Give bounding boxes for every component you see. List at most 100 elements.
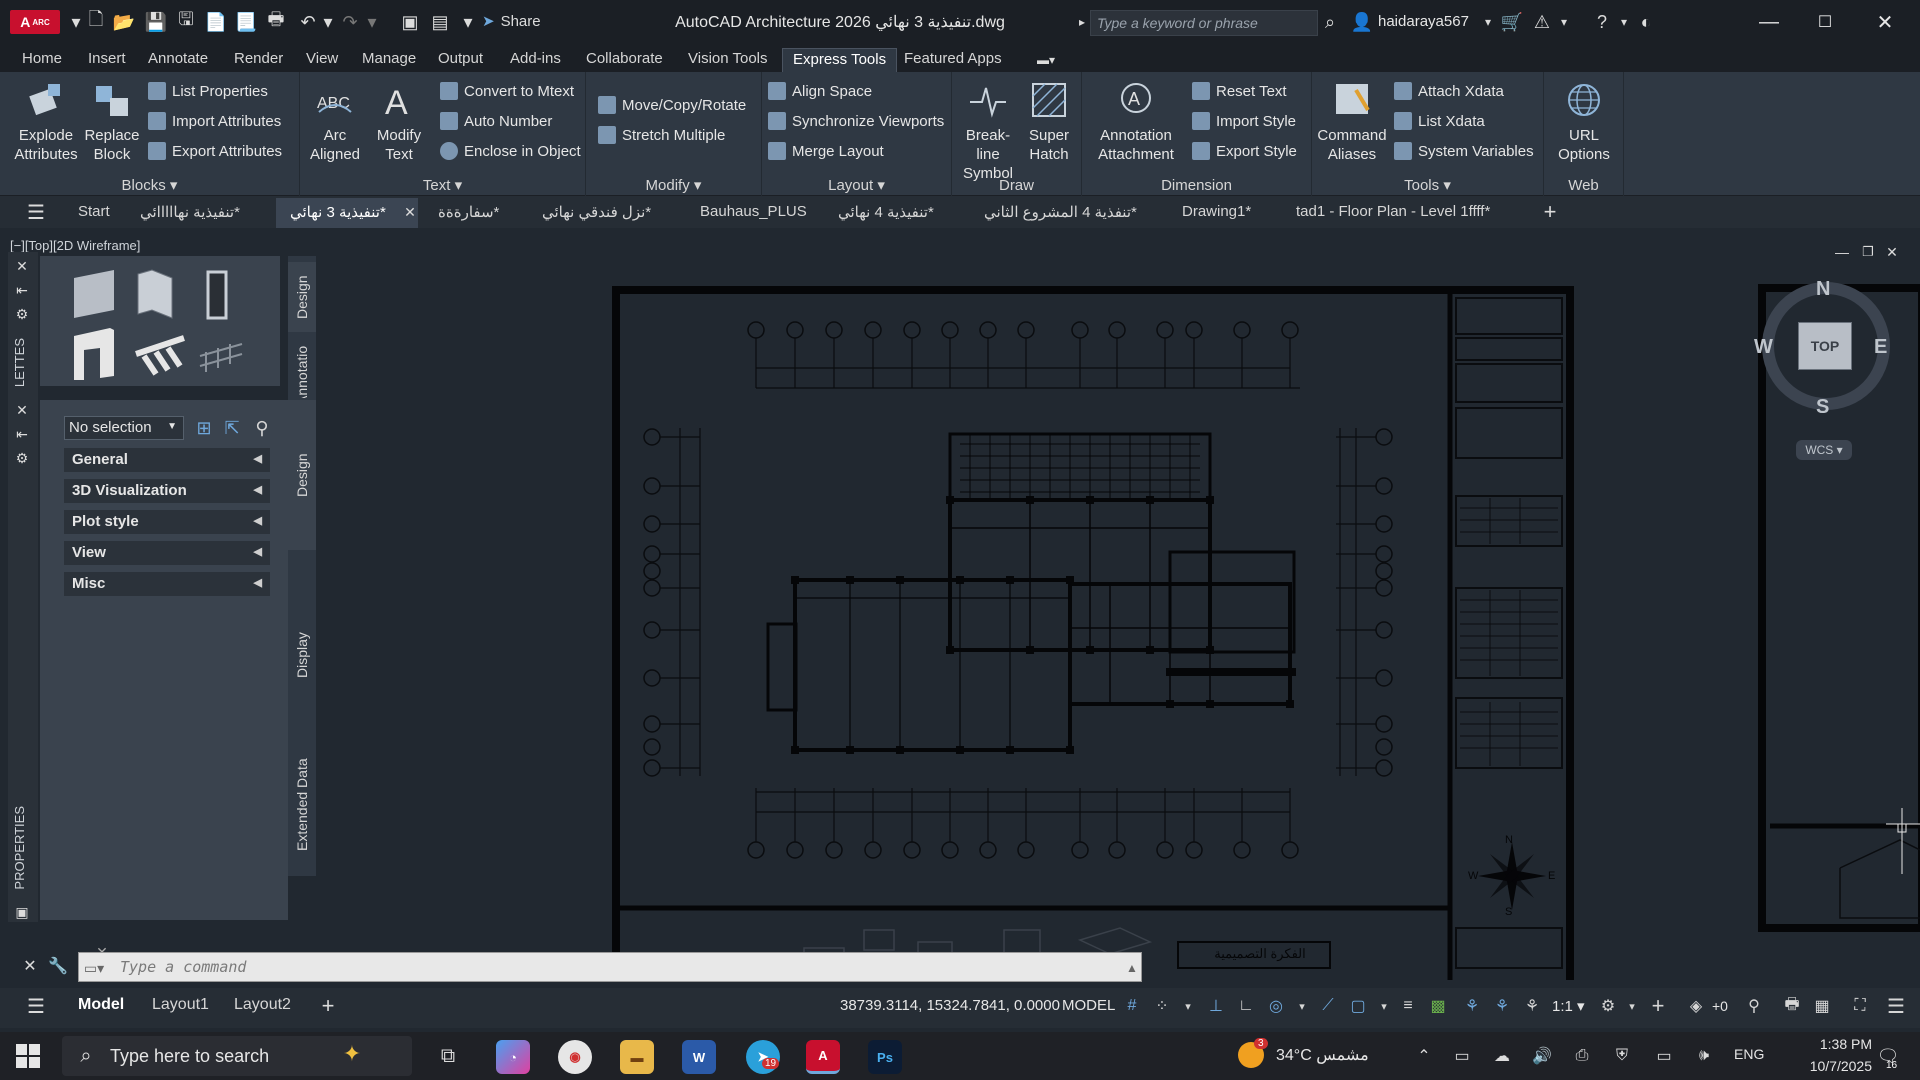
super-hatch-button[interactable]: Super Hatch — [1020, 78, 1078, 164]
layout-tab-model[interactable]: Model — [78, 996, 124, 1014]
clock-time[interactable]: 1:38 PM — [1812, 1036, 1872, 1052]
plot-icon[interactable]: 🖶 — [264, 9, 288, 34]
list-properties-button[interactable]: List Properties — [148, 80, 268, 102]
windows-start-icon[interactable] — [16, 1044, 40, 1068]
user-name[interactable]: haidaraya567 — [1378, 13, 1469, 30]
tab-home[interactable]: Home — [12, 48, 72, 72]
panel-title-layout[interactable]: Layout ▾ — [762, 176, 951, 194]
selection-dropdown[interactable]: No selection ▼ — [64, 416, 184, 440]
cmdline-customize-icon[interactable]: 🔧 — [46, 954, 70, 978]
properties-close-icon[interactable]: ✕ — [10, 398, 34, 422]
show-hidden-icons-icon[interactable]: ⌃ — [1412, 1044, 1436, 1068]
cmdline-close-icon[interactable]: ✕ — [18, 954, 42, 978]
plot-preview-icon[interactable]: 🖶 — [1780, 994, 1804, 1018]
annotation-scale-value[interactable]: 1:1 ▾ — [1552, 997, 1585, 1015]
autodesk-app-icon[interactable]: ⚠ — [1530, 10, 1554, 34]
palette-autohide-icon[interactable]: ⇤ — [10, 278, 34, 302]
add-layout-icon[interactable]: + — [316, 993, 340, 1018]
tab-annotate[interactable]: Annotate — [138, 48, 218, 72]
modify-text-button[interactable]: A Modify Text — [366, 78, 432, 164]
layout-tab-layout2[interactable]: Layout2 — [234, 996, 291, 1014]
share-button[interactable]: ➤ Share — [482, 12, 541, 31]
viewcube-east[interactable]: E — [1874, 336, 1887, 359]
viewcube-north[interactable]: N — [1816, 278, 1830, 301]
tab-vision-tools[interactable]: Vision Tools — [678, 48, 778, 72]
toggle-pickadd-icon[interactable]: ⊞ — [192, 416, 216, 440]
category-plot-style[interactable]: Plot style ◀ — [64, 510, 270, 534]
viewport-controls-label[interactable]: [−][Top][2D Wireframe] — [10, 238, 140, 253]
close-tab-icon[interactable]: ✕ — [398, 200, 422, 224]
new-tab-plus-icon[interactable]: + — [1538, 199, 1562, 224]
palette-close-icon[interactable]: ✕ — [10, 254, 34, 278]
viewcube-west[interactable]: W — [1754, 336, 1773, 359]
redo-icon[interactable]: ↷ — [338, 10, 362, 34]
file-tab-9[interactable]: tad1 - Floor Plan - Level 1ffff* — [1296, 203, 1490, 220]
file-tab-8[interactable]: Drawing1* — [1182, 203, 1251, 220]
annotation-visibility-icon[interactable]: ⚘ — [1460, 994, 1484, 1018]
category-general[interactable]: General ◀ — [64, 448, 270, 472]
file-tab-1[interactable]: تنفيذية نهااااائي* — [140, 203, 240, 221]
ortho-icon[interactable]: ∟ — [1234, 994, 1258, 1018]
device-icon[interactable]: ⎙ — [1570, 1044, 1594, 1068]
category-3d-visualization[interactable]: 3D Visualization ◀ — [64, 479, 270, 503]
lineweight-icon[interactable]: ≡ — [1396, 994, 1420, 1018]
clean-screen-icon[interactable]: ⛶ — [1848, 994, 1872, 1018]
tab-render[interactable]: Render — [224, 48, 293, 72]
object-snap-icon[interactable]: ▢ — [1346, 994, 1370, 1018]
security-shield-icon[interactable]: ⛨ — [1610, 1044, 1634, 1068]
viewport-close-icon[interactable]: ✕ — [1880, 240, 1904, 264]
copilot-app-icon[interactable]: ◔ — [496, 1040, 530, 1074]
snap-icon[interactable]: ⁘ — [1150, 994, 1174, 1018]
transparency-icon[interactable]: ▩ — [1426, 994, 1450, 1018]
properties-icon[interactable]: ▤ — [428, 10, 452, 34]
tab-express-tools[interactable]: Express Tools — [782, 48, 898, 72]
tab-collaborate[interactable]: Collaborate — [576, 48, 673, 72]
tab-annotation-tools[interactable]: Annotation — [288, 346, 316, 398]
close-icon[interactable]: ✕ — [1860, 8, 1910, 36]
tab-extended-data[interactable]: Extended Data — [288, 740, 316, 870]
import-attributes-button[interactable]: Import Attributes — [148, 110, 281, 132]
hamburger-menu-icon[interactable]: ☰ — [24, 200, 48, 224]
import-style-button[interactable]: Import Style — [1192, 110, 1296, 132]
redo-dropdown-icon[interactable]: ▾ — [360, 10, 384, 34]
search-icon[interactable]: ⌕ — [1318, 10, 1342, 34]
properties-toggle-icon[interactable]: ▣ — [10, 900, 34, 924]
system-variables-button[interactable]: System Variables — [1394, 140, 1534, 162]
tab-insert[interactable]: Insert — [78, 48, 136, 72]
properties-settings-icon[interactable]: ⚙ — [10, 446, 34, 470]
layout-list-menu-icon[interactable]: ☰ — [24, 994, 48, 1018]
tab-featured-apps[interactable]: Featured Apps — [894, 48, 1012, 72]
panel-title-tools[interactable]: Tools ▾ — [1312, 176, 1543, 194]
tab-add-ins[interactable]: Add-ins — [500, 48, 571, 72]
tab-display[interactable]: Display — [288, 560, 316, 750]
wcs-menu[interactable]: WCS ▾ — [1796, 440, 1852, 460]
polar-tracking-icon[interactable]: ◎ — [1264, 994, 1288, 1018]
user-dropdown-icon[interactable]: ▾ — [1476, 10, 1500, 34]
elevation-offset[interactable]: +0 — [1712, 998, 1728, 1014]
osnap-dropdown-icon[interactable]: ▾ — [1372, 994, 1396, 1018]
layout-tab-layout1[interactable]: Layout1 — [152, 996, 209, 1014]
autocad-app-icon[interactable]: A — [806, 1040, 840, 1074]
viewcube-south[interactable]: S — [1816, 396, 1829, 419]
export-style-button[interactable]: Export Style — [1192, 140, 1297, 162]
weather-widget[interactable]: 34°C مشمس — [1276, 1045, 1369, 1065]
stretch-multiple-button[interactable]: Stretch Multiple — [598, 124, 725, 146]
auto-scale-icon[interactable]: ⚘ — [1490, 994, 1514, 1018]
explode-attributes-button[interactable]: Explode Attributes — [6, 78, 86, 164]
recent-commands-icon[interactable]: ▭▾ — [82, 956, 106, 980]
move-copy-rotate-button[interactable]: Move/Copy/Rotate — [598, 94, 746, 116]
chrome-app-icon[interactable]: ◉ — [558, 1040, 592, 1074]
clock-date[interactable]: 10/7/2025 — [1796, 1058, 1872, 1074]
customization-menu-icon[interactable]: ☰ — [1884, 994, 1908, 1018]
help-icon[interactable]: ? — [1590, 10, 1614, 34]
panel-title-blocks[interactable]: Blocks ▾ — [0, 176, 299, 194]
maximize-icon[interactable]: ☐ — [1800, 8, 1850, 36]
export-attributes-button[interactable]: Export Attributes — [148, 140, 282, 162]
workspace-dropdown-icon[interactable]: ▾ — [1620, 994, 1644, 1018]
snap-dropdown-icon[interactable]: ▾ — [1176, 994, 1200, 1018]
workspace-gear-icon[interactable]: ⚙ — [1596, 994, 1620, 1018]
palette-title-strip[interactable]: ✕ ⇤ ⚙ LETTES ✕ ⇤ ⚙ PROPERTIES ▣ — [8, 252, 38, 922]
task-view-icon[interactable]: ⧉ — [436, 1044, 460, 1068]
panel-title-modify[interactable]: Modify ▾ — [586, 176, 761, 194]
model-space-toggle[interactable]: MODEL — [1062, 997, 1115, 1014]
